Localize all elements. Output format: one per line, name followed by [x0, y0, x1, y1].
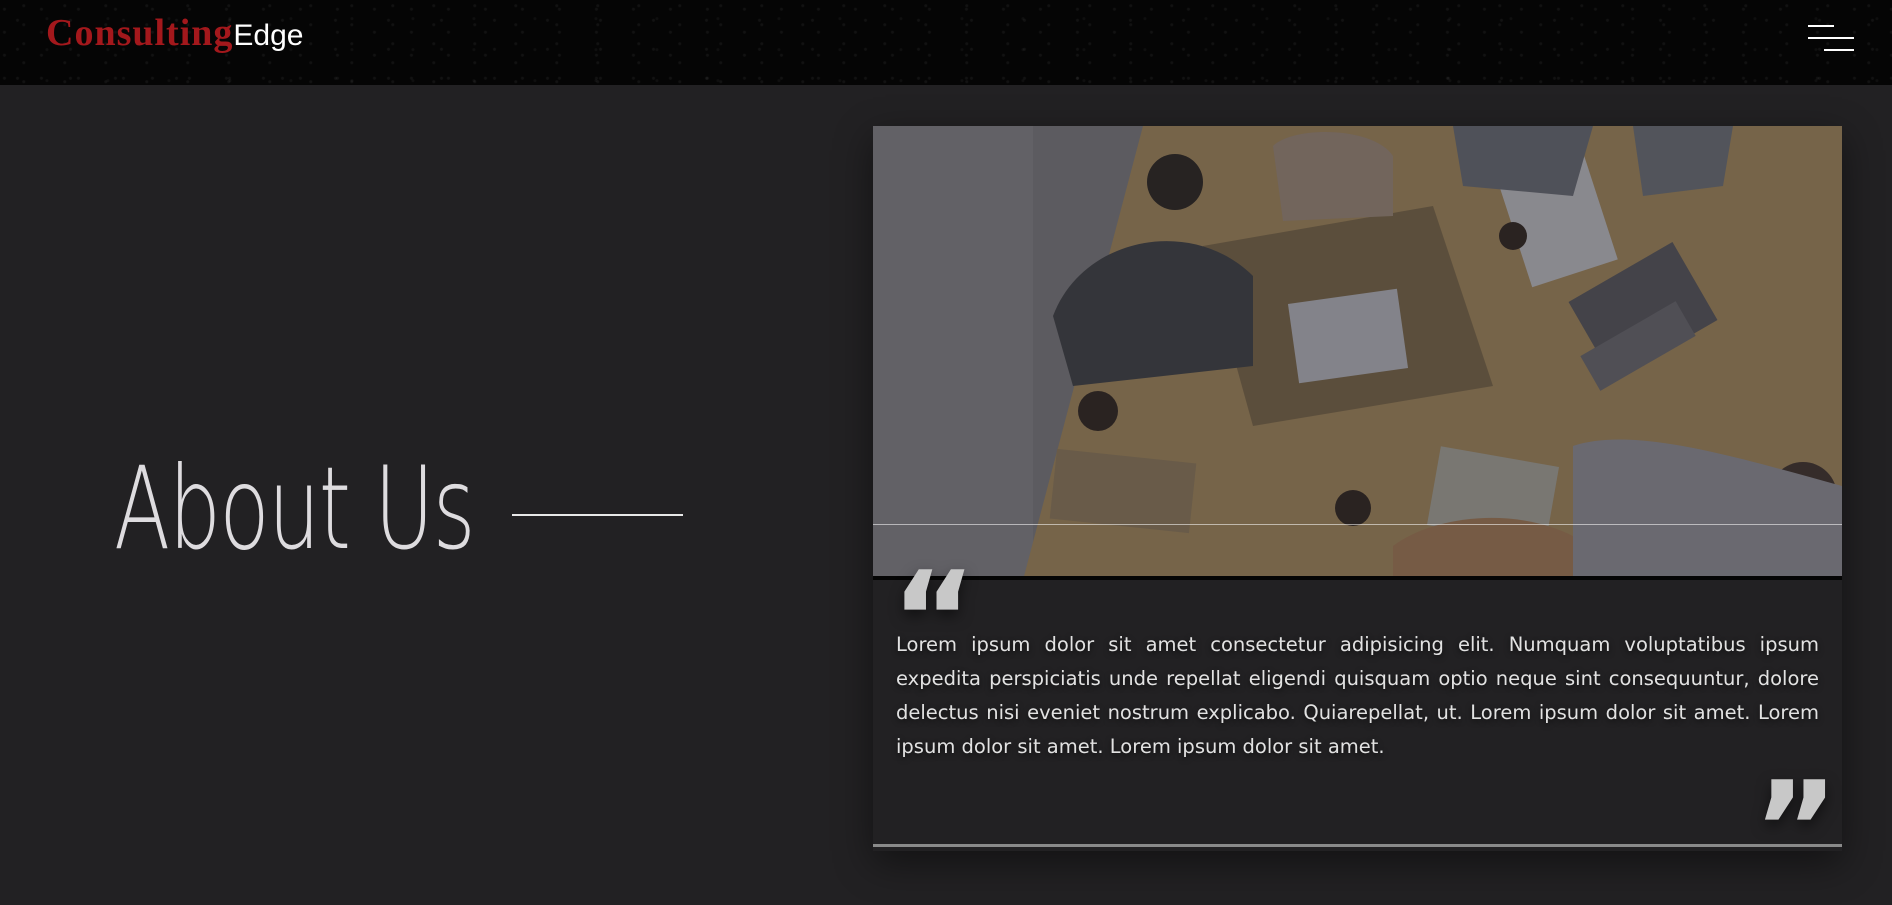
menu-line-top — [1808, 25, 1834, 27]
menu-line-bottom — [1824, 49, 1854, 51]
menu-line-middle — [1808, 37, 1854, 39]
heading-decorative-line — [512, 514, 683, 516]
about-us-heading: About Us — [114, 442, 476, 575]
logo-primary-text: Consulting — [46, 12, 234, 54]
hamburger-menu-icon[interactable] — [1804, 22, 1854, 56]
logo-secondary-text: Edge — [233, 19, 304, 52]
card-bottom-border — [873, 844, 1842, 847]
testimonial-text: Lorem ipsum dolor sit amet consectetur a… — [896, 633, 1819, 758]
top-navigation-bar: ConsultingEdge — [0, 0, 1892, 85]
logo-link[interactable]: ConsultingEdge — [46, 14, 303, 52]
quote-close-icon: ” — [1753, 753, 1839, 905]
about-card: “ Lorem ipsum dolor sit amet consectetur… — [873, 126, 1842, 894]
meeting-illustration — [873, 126, 1842, 576]
team-meeting-photo — [873, 126, 1842, 580]
photo-divider-line — [873, 524, 1842, 525]
